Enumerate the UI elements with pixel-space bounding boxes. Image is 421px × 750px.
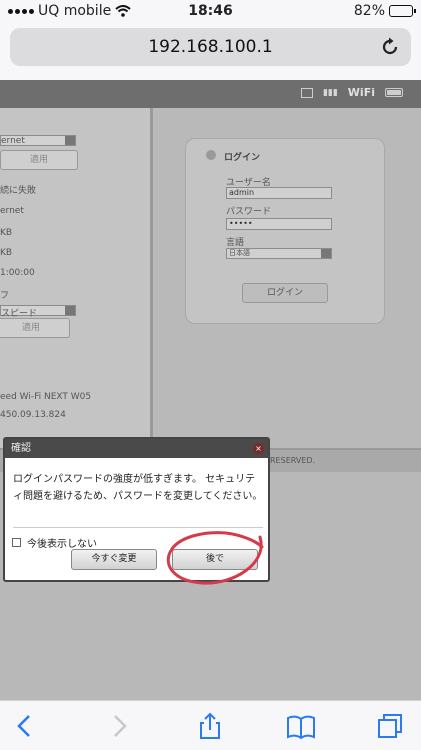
time-text: 1:00:00 xyxy=(0,268,35,278)
battery-group: 82% xyxy=(353,3,416,19)
password-label: パスワード xyxy=(226,207,272,217)
dialog-divider xyxy=(13,527,263,528)
username-field[interactable]: admin xyxy=(226,187,332,199)
router-top-nav: ▮▮▮ WiFi xyxy=(0,80,421,108)
language-label: 言語 xyxy=(226,238,245,248)
left-panel: ernet 適用 続に失敗 ernet KB KB 1:00:00 フ スピード… xyxy=(0,108,150,448)
url-text[interactable]: 192.168.100.1 xyxy=(10,37,411,57)
user-icon xyxy=(206,150,216,160)
router-battery-icon xyxy=(385,88,403,97)
connection-select[interactable]: ernet xyxy=(0,135,76,146)
reload-icon[interactable] xyxy=(379,36,401,58)
bookmarks-icon[interactable] xyxy=(286,711,316,741)
address-bar[interactable]: 192.168.100.1 xyxy=(10,28,411,66)
dialog-title: 確認 xyxy=(11,443,31,454)
device-name: eed Wi-Fi NEXT W05 xyxy=(0,392,92,402)
upload-text: KB xyxy=(0,228,13,238)
status-text: 続に失敗 xyxy=(0,186,37,196)
status-bar: UQ mobile 18:46 82% xyxy=(0,0,421,24)
right-panel: ログイン ユーザー名 admin パスワード ••••• 言語 日本語 ログイン xyxy=(153,108,421,448)
login-title: ログイン xyxy=(224,153,261,163)
copyright-text: RESERVED. xyxy=(270,456,316,465)
language-select[interactable]: 日本語 xyxy=(226,248,332,259)
dialog-message: ログインパスワードの強度が低すぎます。 セキュリティ問題を避けるため、パスワード… xyxy=(13,474,263,502)
speed-select[interactable]: スピード xyxy=(0,305,76,319)
apply-button[interactable]: 適用 xyxy=(0,150,78,170)
change-now-button[interactable]: 今すぐ変更 xyxy=(71,549,157,570)
checkbox-label[interactable]: 今後表示しない xyxy=(27,535,97,550)
browser-toolbar xyxy=(0,700,421,750)
password-field[interactable]: ••••• xyxy=(226,218,332,230)
tabs-icon[interactable] xyxy=(375,711,405,741)
nav-status-icons: ▮▮▮ WiFi xyxy=(300,86,403,99)
later-button[interactable]: 後で xyxy=(172,549,258,570)
firmware-version: 450.09.13.824 xyxy=(0,410,66,420)
signal-bars-icon: ▮▮▮ xyxy=(322,87,338,98)
close-icon[interactable]: × xyxy=(253,443,264,454)
forward-icon[interactable] xyxy=(104,711,134,741)
wifi-status: WiFi xyxy=(347,86,375,99)
apply-button-2[interactable]: 適用 xyxy=(0,318,70,338)
message-icon[interactable] xyxy=(300,87,313,98)
confirm-dialog: 確認 × ログインパスワードの強度が低すぎます。 セキュリティ問題を避けるため、… xyxy=(3,437,270,582)
dialog-header: 確認 × xyxy=(5,439,268,458)
battery-icon xyxy=(389,5,416,17)
battery-percent: 82% xyxy=(353,3,385,19)
web-page: ▮▮▮ WiFi ernet 適用 続に失敗 ernet KB KB 1:00:… xyxy=(0,80,421,700)
back-icon[interactable] xyxy=(10,711,40,741)
dont-show-again-checkbox[interactable]: 今後表示しない xyxy=(12,535,97,550)
download-text: KB xyxy=(0,248,13,258)
mode-text: フ xyxy=(0,291,10,301)
share-icon[interactable] xyxy=(195,711,225,741)
network-text: ernet xyxy=(0,206,24,216)
checkbox-box[interactable] xyxy=(12,538,21,547)
login-box: ログイン ユーザー名 admin パスワード ••••• 言語 日本語 ログイン xyxy=(185,138,385,324)
login-button[interactable]: ログイン xyxy=(242,283,328,303)
browser-url-area: 192.168.100.1 xyxy=(0,24,421,80)
